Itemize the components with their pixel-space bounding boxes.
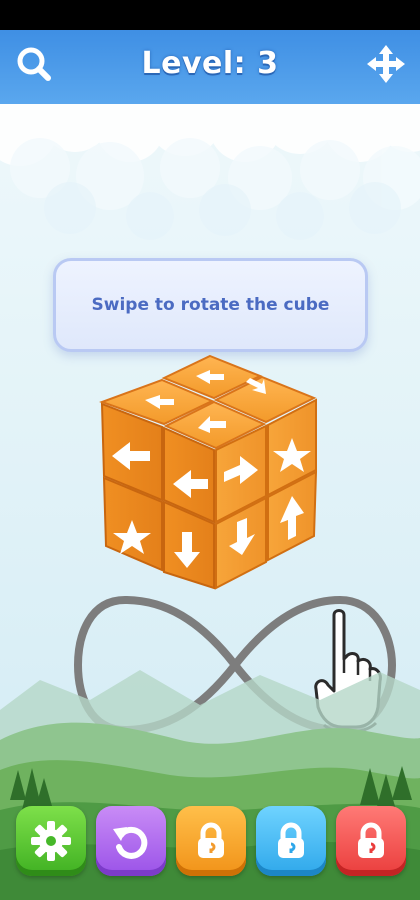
undo-button[interactable] [96,806,166,876]
locked-button-red[interactable] [336,806,406,876]
locked-button-blue[interactable] [256,806,326,876]
hint-text: Swipe to rotate the cube [91,295,330,315]
status-bar [0,0,420,30]
lock-icon [358,822,384,858]
move-button[interactable] [364,42,408,86]
settings-button[interactable] [16,806,86,876]
bottom-toolbar [0,800,420,890]
locked-button-orange[interactable] [176,806,246,876]
clouds [0,88,420,240]
level-title: Level: 3 [141,46,279,81]
gear-icon [31,821,71,861]
lock-icon [278,822,304,858]
undo-icon [113,826,148,859]
move-arrows-icon [367,45,405,83]
hint-bubble: Swipe to rotate the cube [53,258,368,352]
top-bar: Level: 3 [0,30,420,104]
puzzle-cube[interactable] [90,350,330,595]
lock-icon [198,822,224,858]
